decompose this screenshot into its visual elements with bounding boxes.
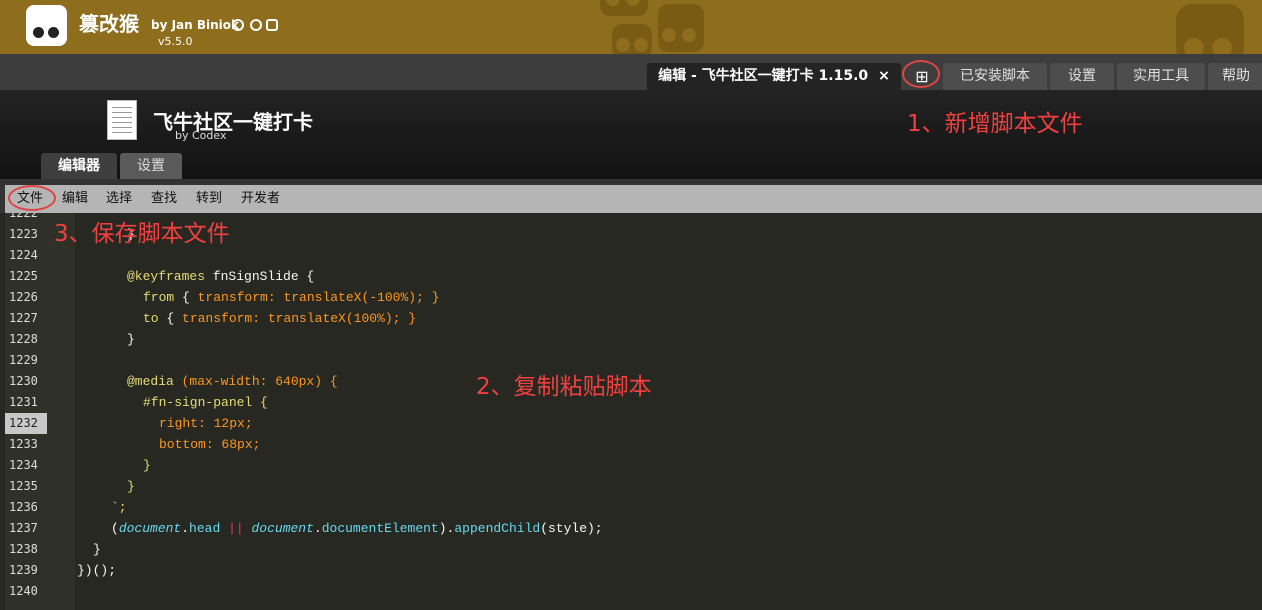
annotation-step-3: 3、保存脚本文件 xyxy=(54,221,230,247)
tab-installed-scripts[interactable]: 已安装脚本 xyxy=(943,63,1047,90)
tab-utilities[interactable]: 实用工具 xyxy=(1117,63,1205,90)
menu-select[interactable]: 选择 xyxy=(106,185,132,213)
close-tab-icon[interactable]: × xyxy=(878,68,890,84)
annotation-step-1: 1、新增脚本文件 xyxy=(907,111,1083,137)
line-number: 1236 xyxy=(9,500,38,514)
tab-label: 帮助 xyxy=(1222,68,1250,84)
code-line: @media (max-width: 640px) { xyxy=(127,374,338,389)
line-number: 1227 xyxy=(9,311,38,325)
menu-bar: 文件 编辑 选择 查找 转到 开发者 xyxy=(0,179,1262,213)
code-line: from { transform: translateX(-100%); } xyxy=(143,290,440,305)
line-number: 1240 xyxy=(9,584,38,598)
line-number: 1225 xyxy=(9,269,38,283)
app-title: 篡改猴 xyxy=(79,12,139,36)
menu-edit[interactable]: 编辑 xyxy=(62,185,88,213)
line-number: 1238 xyxy=(9,542,38,556)
line-number: 1226 xyxy=(9,290,38,304)
facebook-icon[interactable] xyxy=(250,19,262,31)
line-number: 1224 xyxy=(9,248,38,262)
code-line: (document.head || document.documentEleme… xyxy=(111,521,603,536)
line-number: 1233 xyxy=(9,437,38,451)
tab-label: 设置 xyxy=(1068,68,1096,84)
script-author: by Codex xyxy=(175,129,227,142)
code-line: to { transform: translateX(100%); } xyxy=(143,311,417,326)
line-number: 1230 xyxy=(9,374,38,388)
mascot-decoration xyxy=(612,24,652,54)
tab-editor-script[interactable]: 编辑 - 飞牛社区一键打卡 1.15.0 × xyxy=(647,63,901,90)
code-line: } xyxy=(143,458,151,473)
menu-goto[interactable]: 转到 xyxy=(196,185,222,213)
code-line: } xyxy=(127,332,135,347)
line-number: 1239 xyxy=(9,563,38,577)
line-number: 1228 xyxy=(9,332,38,346)
github-icon[interactable] xyxy=(232,19,244,31)
code-line: } xyxy=(93,542,101,557)
line-number: 1231 xyxy=(9,395,38,409)
menu-developer[interactable]: 开发者 xyxy=(241,185,280,213)
tab-label: 实用工具 xyxy=(1133,68,1189,84)
annotation-step-2: 2、复制粘贴脚本 xyxy=(476,374,652,400)
code-editor[interactable]: 1222 1223 1224 1225 1226 1227 1228 1229 1230 1231… xyxy=(0,213,1262,610)
mascot-decoration xyxy=(658,4,704,52)
tab-bar: 编辑 - 飞牛社区一键打卡 1.15.0 × ⊞ 已安装脚本 设置 实用工具 帮助 xyxy=(0,54,1262,90)
tab-help[interactable]: 帮助 xyxy=(1208,63,1262,90)
code-line: } xyxy=(127,479,135,494)
line-number: 1234 xyxy=(9,458,38,472)
app-author: by Jan Biniok xyxy=(151,18,240,32)
subtab-settings[interactable]: 设置 xyxy=(120,153,182,179)
line-number: 1235 xyxy=(9,479,38,493)
code-line: `; xyxy=(111,500,127,515)
mascot-decoration xyxy=(1176,4,1244,54)
tab-label: 已安装脚本 xyxy=(960,68,1030,84)
code-line: @keyframes fnSignSlide { xyxy=(127,269,315,284)
code-line: #fn-sign-panel { xyxy=(143,395,268,410)
instagram-icon[interactable] xyxy=(266,19,278,31)
tampermonkey-logo xyxy=(26,5,67,46)
subtab-editor[interactable]: 编辑器 xyxy=(41,153,117,179)
tab-editor-label: 编辑 - 飞牛社区一键打卡 1.15.0 xyxy=(658,68,869,84)
mascot-decoration xyxy=(600,0,648,16)
menu-find[interactable]: 查找 xyxy=(151,185,177,213)
annotation-circle-file-menu xyxy=(8,185,56,211)
line-number: 1232 xyxy=(5,413,47,434)
code-line: bottom: 68px; xyxy=(159,437,261,452)
code-line: })(); xyxy=(77,563,117,578)
app-header: 篡改猴 by Jan Biniok v5.5.0 xyxy=(0,0,1262,54)
annotation-circle-new-script xyxy=(902,60,940,88)
app-version: v5.5.0 xyxy=(158,35,193,48)
script-file-icon xyxy=(107,100,137,140)
code-line: right: 12px; xyxy=(159,416,253,431)
line-number: 1237 xyxy=(9,521,38,535)
line-number: 1229 xyxy=(9,353,38,367)
tab-settings[interactable]: 设置 xyxy=(1050,63,1114,90)
line-number: 1223 xyxy=(9,227,38,241)
line-number: 1222 xyxy=(9,213,38,220)
